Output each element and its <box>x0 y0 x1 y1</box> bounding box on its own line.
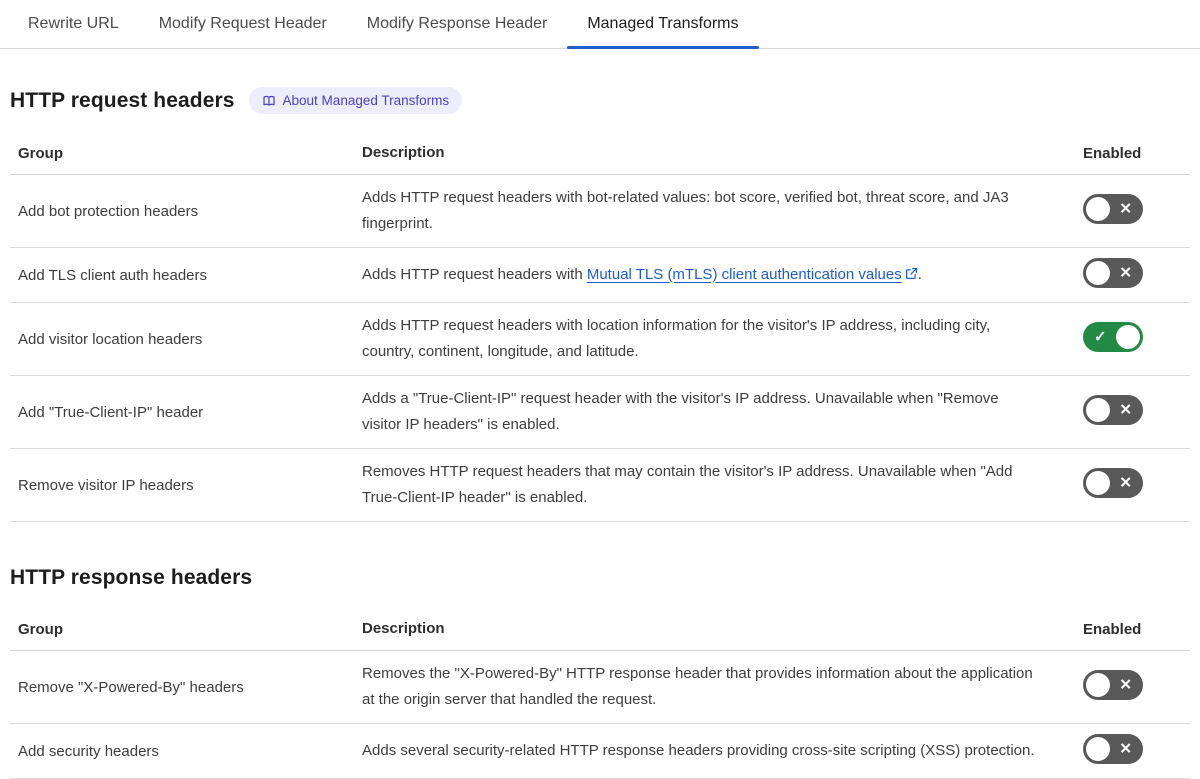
toggle-tls-client-auth[interactable]: ✕ <box>1083 258 1143 288</box>
tab-modify-response-header[interactable]: Modify Response Header <box>347 0 568 48</box>
managed-transforms-panel: HTTP request headers About Managed Trans… <box>0 87 1200 779</box>
row-description: Adds HTTP request headers with location … <box>362 317 991 360</box>
toggle-security-headers[interactable]: ✕ <box>1083 734 1143 764</box>
toggle-knob <box>1086 737 1110 761</box>
column-header-enabled: Enabled <box>1083 620 1142 638</box>
table-row-x-powered-by: Remove "X-Powered-By" headers Removes th… <box>10 651 1190 724</box>
row-description: Adds several security-related HTTP respo… <box>362 742 1035 759</box>
column-header-description: Description <box>362 144 445 161</box>
request-headers-table: Group Description Enabled Add bot protec… <box>10 132 1190 522</box>
response-headers-title: HTTP response headers <box>10 566 253 589</box>
toggle-knob <box>1086 398 1110 422</box>
book-icon <box>262 94 276 108</box>
toggle-true-client-ip[interactable]: ✕ <box>1083 395 1143 425</box>
toggle-knob <box>1086 261 1110 285</box>
toggle-bot-protection[interactable]: ✕ <box>1083 194 1143 224</box>
row-description: Adds a "True-Client-IP" request header w… <box>362 390 999 433</box>
row-description: Removes HTTP request headers that may co… <box>362 463 1013 506</box>
toggle-state-icon: ✕ <box>1119 200 1132 218</box>
toggle-state-icon: ✕ <box>1119 740 1132 758</box>
table-row-true-client-ip: Add "True-Client-IP" header Adds a "True… <box>10 376 1190 449</box>
toggle-remove-visitor-ip[interactable]: ✕ <box>1083 468 1143 498</box>
table-row-visitor-location: Add visitor location headers Adds HTTP r… <box>10 303 1190 376</box>
column-header-group: Group <box>18 144 63 162</box>
toggle-state-icon: ✕ <box>1119 264 1132 282</box>
badge-label: About Managed Transforms <box>282 93 450 108</box>
column-header-group: Group <box>18 620 63 638</box>
tab-modify-request-header[interactable]: Modify Request Header <box>139 0 347 48</box>
toggle-state-icon: ✕ <box>1119 474 1132 492</box>
toggle-x-powered-by[interactable]: ✕ <box>1083 670 1143 700</box>
row-description: Removes the "X-Powered-By" HTTP response… <box>362 665 1033 708</box>
transform-rules-tabbar: Rewrite URL Modify Request Header Modify… <box>0 0 1200 49</box>
table-header-row: Group Description Enabled <box>10 608 1190 651</box>
table-row-security-headers: Add security headers Adds several securi… <box>10 724 1190 779</box>
row-group-label: Remove "X-Powered-By" headers <box>18 678 244 696</box>
mtls-docs-link[interactable]: Mutual TLS (mTLS) client authentication … <box>587 266 902 283</box>
toggle-state-icon: ✕ <box>1119 401 1132 419</box>
request-headers-title: HTTP request headers <box>10 88 235 112</box>
row-group-label: Remove visitor IP headers <box>18 476 194 494</box>
toggle-knob <box>1116 325 1140 349</box>
table-row-tls-client-auth: Add TLS client auth headers Adds HTTP re… <box>10 248 1190 303</box>
description-text: . <box>917 265 922 283</box>
column-header-description: Description <box>362 620 445 637</box>
toggle-state-icon: ✕ <box>1119 676 1132 694</box>
tab-managed-transforms[interactable]: Managed Transforms <box>567 0 759 49</box>
toggle-visitor-location[interactable]: ✓ <box>1083 322 1143 352</box>
request-headers-section-head: HTTP request headers About Managed Trans… <box>10 87 1190 114</box>
column-header-enabled: Enabled <box>1083 144 1142 162</box>
table-row-remove-visitor-ip: Remove visitor IP headers Removes HTTP r… <box>10 449 1190 522</box>
response-headers-table: Group Description Enabled Remove "X-Powe… <box>10 608 1190 779</box>
response-headers-section-head: HTTP response headers <box>10 566 1190 590</box>
row-description: Adds HTTP request headers with Mutual TL… <box>362 252 1083 299</box>
toggle-state-icon: ✓ <box>1094 328 1107 346</box>
toggle-knob <box>1086 673 1110 697</box>
row-group-label: Add security headers <box>18 742 159 760</box>
row-description: Adds HTTP request headers with bot-relat… <box>362 189 1009 232</box>
about-managed-transforms-badge[interactable]: About Managed Transforms <box>248 87 463 114</box>
row-group-label: Add TLS client auth headers <box>18 266 208 284</box>
tab-rewrite-url[interactable]: Rewrite URL <box>8 0 139 48</box>
table-row-bot-protection: Add bot protection headers Adds HTTP req… <box>10 175 1190 248</box>
row-group-label: Add visitor location headers <box>18 330 203 348</box>
external-link-icon[interactable] <box>905 263 918 289</box>
row-group-label: Add "True-Client-IP" header <box>18 403 204 421</box>
toggle-knob <box>1086 197 1110 221</box>
table-header-row: Group Description Enabled <box>10 132 1190 175</box>
row-group-label: Add bot protection headers <box>18 202 199 220</box>
description-text: Adds HTTP request headers with <box>362 265 587 283</box>
toggle-knob <box>1086 471 1110 495</box>
